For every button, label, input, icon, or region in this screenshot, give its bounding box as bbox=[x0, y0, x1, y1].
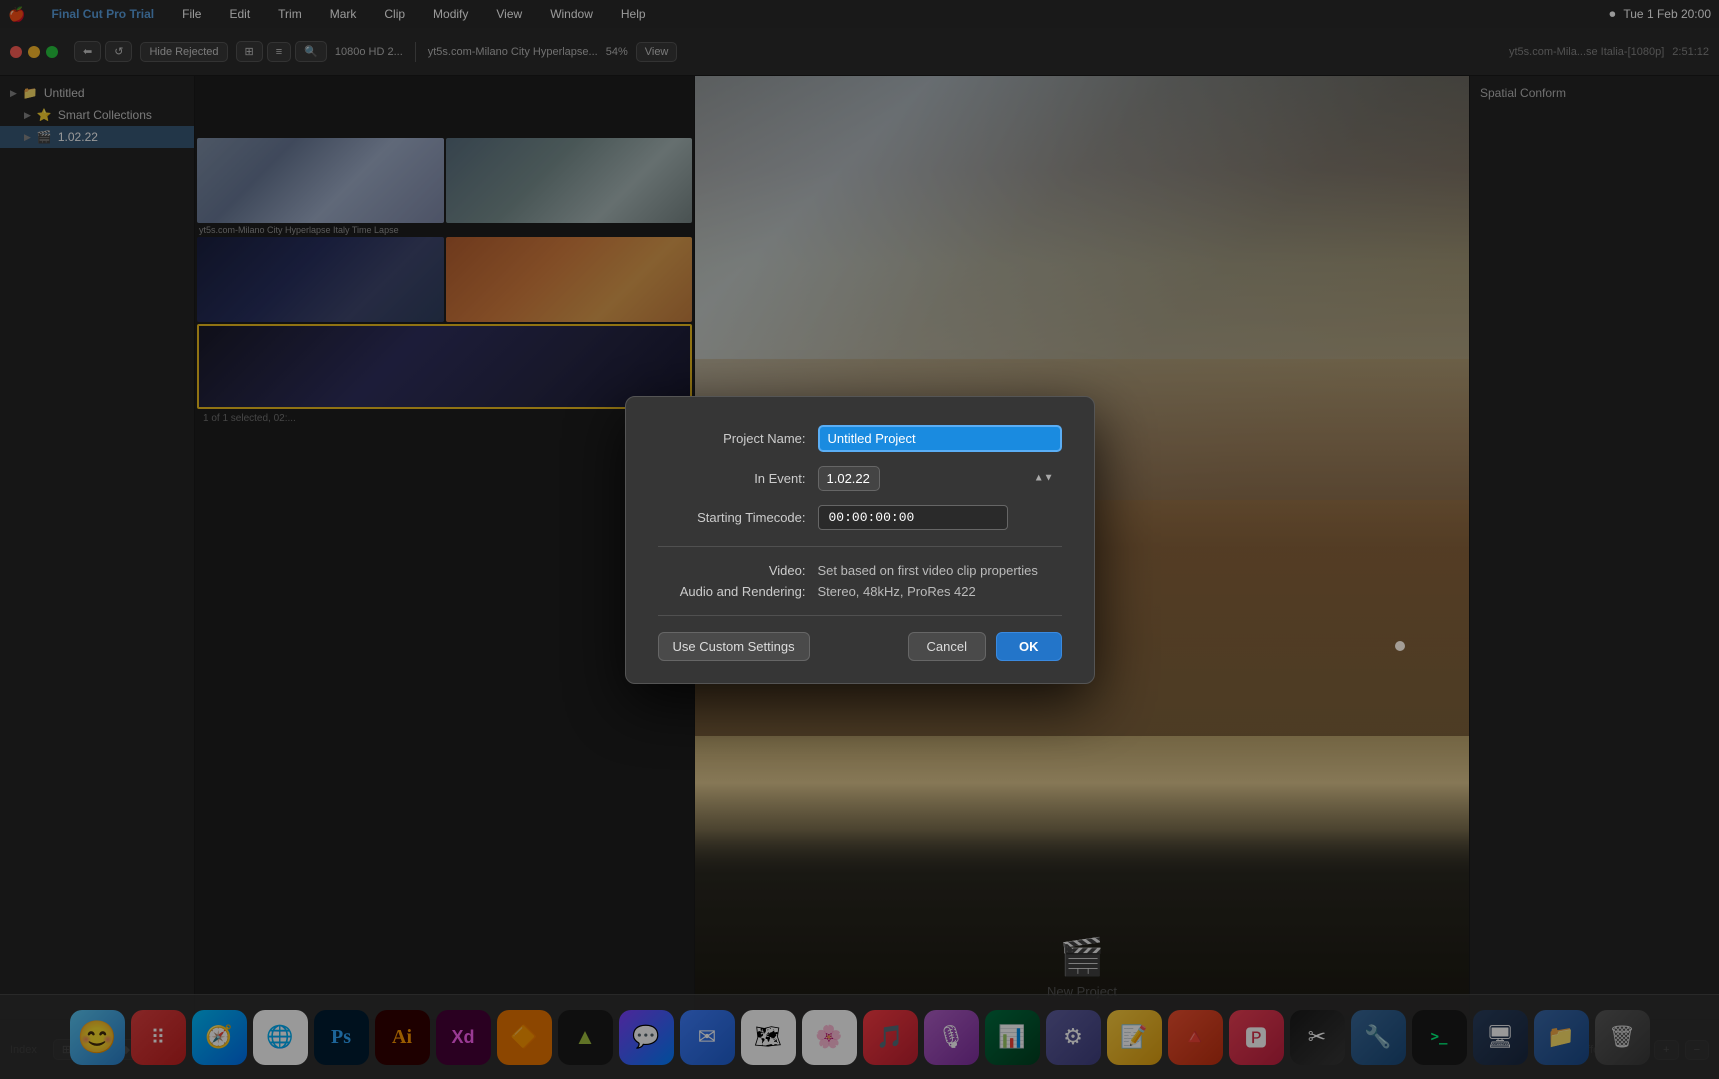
timecode-input[interactable] bbox=[818, 505, 1008, 530]
timecode-row: Starting Timecode: bbox=[658, 505, 1062, 530]
modal-buttons: Use Custom Settings Cancel OK bbox=[658, 632, 1062, 661]
project-name-label: Project Name: bbox=[658, 431, 818, 446]
select-arrow-icon: ▲▼ bbox=[1034, 473, 1054, 484]
in-event-label: In Event: bbox=[658, 471, 818, 486]
modal-divider-1 bbox=[658, 546, 1062, 547]
modal-divider-2 bbox=[658, 615, 1062, 616]
project-name-row: Project Name: bbox=[658, 425, 1062, 452]
modal-right-buttons: Cancel OK bbox=[908, 632, 1062, 661]
new-project-modal: Project Name: In Event: 1.02.22 ▲▼ Start… bbox=[625, 396, 1095, 684]
use-custom-settings-button[interactable]: Use Custom Settings bbox=[658, 632, 810, 661]
in-event-select-wrapper: 1.02.22 ▲▼ bbox=[818, 466, 1062, 491]
modal-overlay: Project Name: In Event: 1.02.22 ▲▼ Start… bbox=[0, 0, 1719, 1079]
ok-button[interactable]: OK bbox=[996, 632, 1062, 661]
project-name-input[interactable] bbox=[818, 425, 1062, 452]
audio-label: Audio and Rendering: bbox=[658, 584, 818, 599]
video-row: Video: Set based on first video clip pro… bbox=[658, 563, 1062, 578]
audio-row: Audio and Rendering: Stereo, 48kHz, ProR… bbox=[658, 584, 1062, 599]
video-value: Set based on first video clip properties bbox=[818, 563, 1038, 578]
in-event-select[interactable]: 1.02.22 bbox=[818, 466, 880, 491]
audio-value: Stereo, 48kHz, ProRes 422 bbox=[818, 584, 976, 599]
cancel-button[interactable]: Cancel bbox=[908, 632, 986, 661]
video-label: Video: bbox=[658, 563, 818, 578]
timecode-label: Starting Timecode: bbox=[658, 510, 818, 525]
in-event-row: In Event: 1.02.22 ▲▼ bbox=[658, 466, 1062, 491]
